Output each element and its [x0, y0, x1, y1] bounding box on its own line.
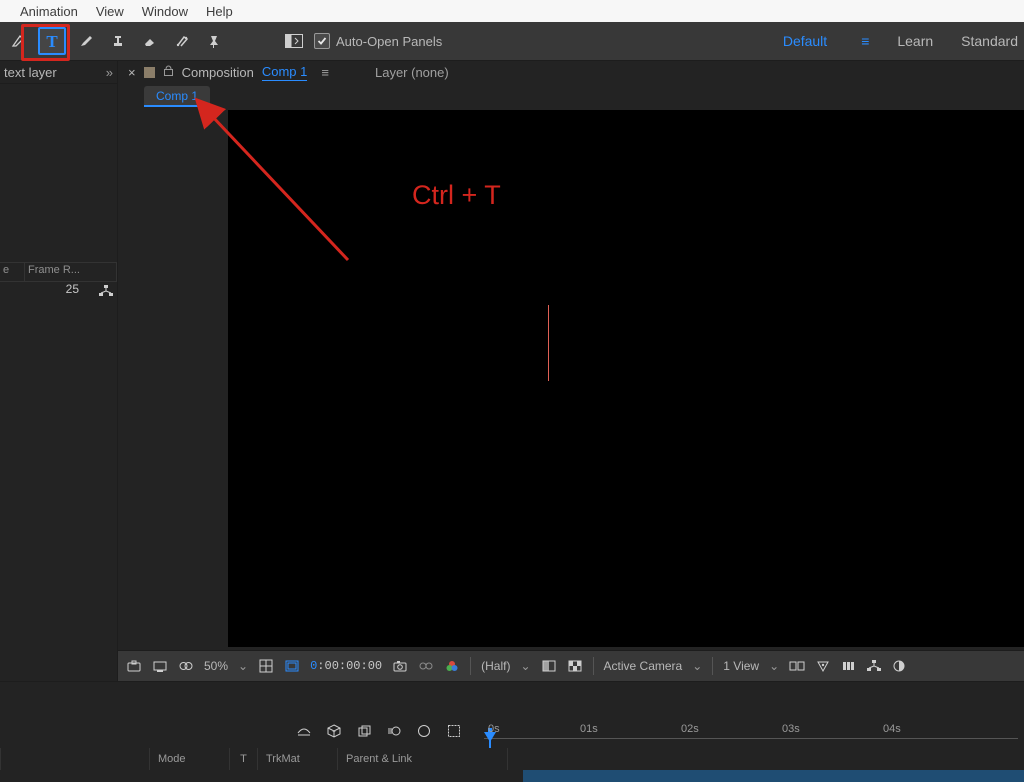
workspace-learn[interactable]: Learn	[897, 33, 933, 49]
composition-name-link[interactable]: Comp 1	[262, 64, 308, 81]
reset-exposure-icon[interactable]	[891, 658, 907, 674]
workspace-menu-icon[interactable]: ≡	[861, 33, 869, 49]
auto-open-panels-checkbox[interactable]	[314, 33, 330, 49]
motion-blur-icon[interactable]	[386, 723, 402, 739]
shy-layers-icon[interactable]	[296, 723, 312, 739]
transparency-grid-icon[interactable]	[567, 658, 583, 674]
col-t[interactable]: T	[230, 748, 258, 770]
fast-preview-icon[interactable]	[815, 658, 831, 674]
snapshot-icon[interactable]	[392, 658, 408, 674]
menu-window[interactable]: Window	[142, 4, 188, 19]
timeline-panel: + 0s 01s 02s 03s 04s Mode T TrkMat Paren…	[0, 681, 1024, 782]
always-preview-icon[interactable]	[126, 658, 142, 674]
project-col-framerate[interactable]: Frame R...	[25, 263, 117, 281]
menu-help[interactable]: Help	[206, 4, 233, 19]
comp-color-swatch	[144, 67, 155, 78]
project-col-1[interactable]: e	[0, 263, 25, 281]
panel-menu-chevron-icon[interactable]: »	[106, 65, 113, 80]
pen-tool-icon[interactable]	[6, 29, 30, 53]
channel-icon[interactable]	[444, 658, 460, 674]
clone-stamp-tool-icon[interactable]	[106, 29, 130, 53]
project-panel-label: text layer	[4, 65, 57, 80]
panel-toggle-icon[interactable]	[282, 29, 306, 53]
type-tool-icon[interactable]: T	[38, 27, 66, 55]
view-count-dropdown-icon[interactable]: ⌄	[769, 659, 779, 673]
active-camera-value[interactable]: Active Camera	[604, 659, 683, 673]
puppet-pin-tool-icon[interactable]	[202, 29, 226, 53]
ruler-tick-2: 02s	[681, 723, 699, 735]
menu-view[interactable]: View	[96, 4, 124, 19]
workspace-switcher: Default ≡ Learn Standard	[783, 33, 1018, 49]
safe-zones-icon[interactable]	[284, 658, 300, 674]
project-columns-header: e Frame R...	[0, 263, 117, 282]
toolbar: T Auto-Open Panels Default ≡ Learn Stand…	[0, 22, 1024, 61]
ruler-tick-3: 03s	[782, 723, 800, 735]
ruler-tick-1: 01s	[580, 723, 598, 735]
resolution-value[interactable]: (Half)	[481, 659, 510, 673]
ruler-tick-4: 04s	[883, 723, 901, 735]
show-snapshot-icon[interactable]	[418, 658, 434, 674]
project-row-1[interactable]: 25	[0, 282, 117, 300]
menu-animation[interactable]: Animation	[20, 4, 78, 19]
workspace-standard[interactable]: Standard	[961, 33, 1018, 49]
current-timecode[interactable]: 0:00:00:00	[310, 659, 382, 673]
col-trkmat[interactable]: TrkMat	[258, 748, 338, 770]
toggle-transparency-grid-icon[interactable]	[152, 658, 168, 674]
annotation-text: Ctrl + T	[412, 180, 501, 211]
frame-blend-icon[interactable]	[356, 723, 372, 739]
roi-icon[interactable]	[541, 658, 557, 674]
os-menubar: Animation View Window Help	[0, 0, 1024, 22]
svg-text:T: T	[46, 32, 58, 51]
magnification-dropdown-icon[interactable]: ⌄	[238, 659, 248, 673]
magnification-value[interactable]: 50%	[204, 659, 228, 673]
col-parent[interactable]: Parent & Link	[338, 748, 508, 770]
pixel-aspect-icon[interactable]	[789, 658, 805, 674]
resolution-dropdown-icon[interactable]: ⌄	[520, 659, 530, 673]
comp-button-icon[interactable]	[446, 723, 462, 739]
roto-brush-tool-icon[interactable]	[170, 29, 194, 53]
panel-close-icon[interactable]: ×	[128, 65, 136, 80]
project-search-row[interactable]	[0, 244, 117, 263]
brush-tool-icon[interactable]	[74, 29, 98, 53]
graph-editor-icon[interactable]	[416, 723, 432, 739]
timeline-button-icon[interactable]	[841, 658, 857, 674]
viewer-controls: 50% ⌄ 0:00:00:00 (Half) ⌄ Active Camera …	[118, 650, 1024, 681]
composition-viewer[interactable]: Ctrl + T	[228, 107, 1024, 650]
draft-3d-icon[interactable]: +	[326, 723, 342, 739]
project-framerate-value: 25	[0, 282, 95, 300]
composition-panel-header: × Composition Comp 1 ≡ Layer (none)	[118, 61, 1024, 83]
composition-menu-icon[interactable]: ≡	[321, 65, 329, 80]
toggle-mask-icon[interactable]	[178, 658, 194, 674]
svg-text:+: +	[332, 730, 336, 736]
viewer-tab-comp1[interactable]: Comp 1	[144, 86, 210, 107]
lock-icon[interactable]	[163, 64, 174, 80]
eraser-tool-icon[interactable]	[138, 29, 162, 53]
main-area: text layer » e Frame R... 25 × Compositi…	[0, 61, 1024, 681]
composition-label: Composition	[182, 65, 254, 80]
col-mode[interactable]: Mode	[150, 748, 230, 770]
flowchart-icon[interactable]	[95, 282, 117, 300]
layer-panel-label[interactable]: Layer (none)	[375, 65, 449, 80]
active-camera-dropdown-icon[interactable]: ⌄	[692, 659, 702, 673]
view-count-value[interactable]: 1 View	[723, 659, 759, 673]
comp-flowchart-icon[interactable]	[867, 660, 881, 672]
auto-open-panels-label: Auto-Open Panels	[336, 34, 442, 49]
grid-snap-icon[interactable]	[258, 658, 274, 674]
ruler-tick-0: 0s	[488, 723, 500, 735]
timeline-ruler[interactable]: 0s 01s 02s 03s 04s	[476, 714, 1024, 748]
project-panel: text layer » e Frame R... 25	[0, 61, 117, 681]
composition-panel: × Composition Comp 1 ≡ Layer (none) Comp…	[117, 61, 1024, 681]
text-insertion-cursor	[548, 305, 549, 381]
timeline-column-headers: Mode T TrkMat Parent & Link	[0, 748, 1024, 770]
work-area-bar[interactable]	[523, 770, 1024, 782]
workspace-default[interactable]: Default	[783, 33, 827, 49]
